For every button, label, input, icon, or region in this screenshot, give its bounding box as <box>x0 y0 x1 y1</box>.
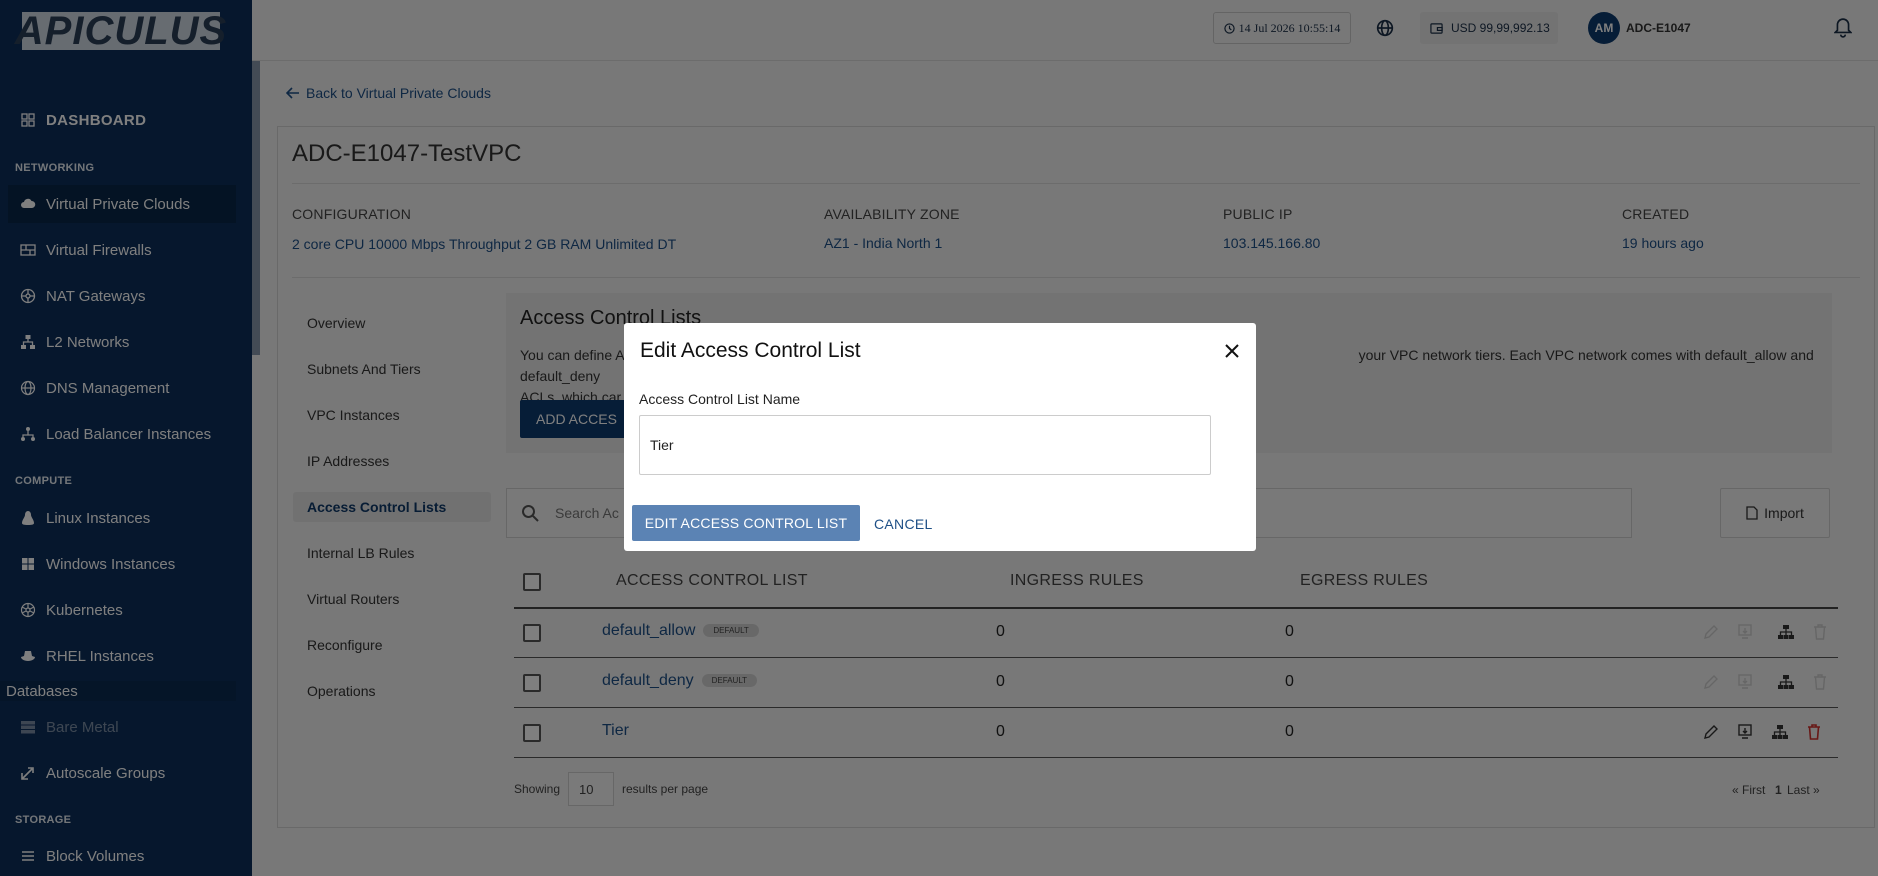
modal-title: Edit Access Control List <box>640 339 861 362</box>
edit-acl-submit-button[interactable]: EDIT ACCESS CONTROL LIST <box>632 505 860 541</box>
acl-name-input[interactable] <box>639 415 1211 475</box>
cancel-button[interactable]: CANCEL <box>874 516 933 532</box>
acl-name-label: Access Control List Name <box>639 391 801 407</box>
edit-acl-modal: Edit Access Control List Access Control … <box>624 323 1256 551</box>
close-icon[interactable] <box>1218 337 1246 365</box>
